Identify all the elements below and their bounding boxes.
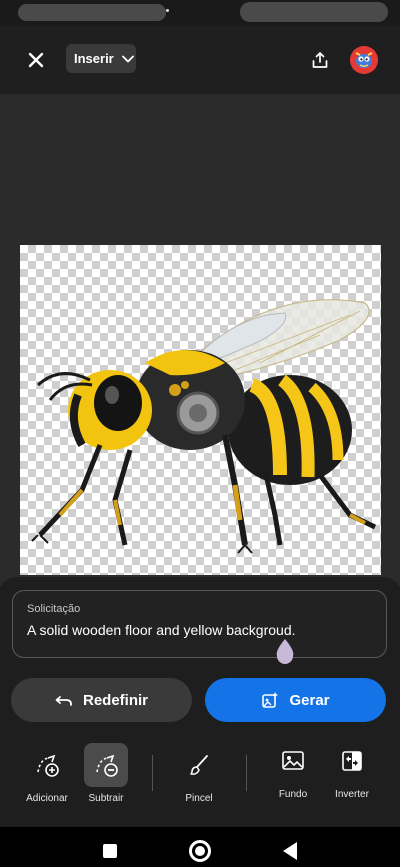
subtract-selection-icon bbox=[96, 754, 118, 777]
tool-background[interactable]: Fundo bbox=[263, 739, 323, 800]
generate-label: Gerar bbox=[289, 691, 330, 709]
tool-invert[interactable]: Inverter bbox=[322, 739, 382, 800]
avatar[interactable] bbox=[350, 46, 378, 74]
recents-button[interactable] bbox=[103, 844, 117, 858]
tool-invert-label: Inverter bbox=[335, 789, 369, 800]
generate-button[interactable]: Gerar bbox=[205, 678, 386, 722]
image-canvas[interactable] bbox=[20, 245, 381, 575]
tool-add-label: Adicionar bbox=[26, 793, 68, 804]
insert-dropdown-label: Inserir bbox=[74, 51, 114, 66]
prompt-input[interactable]: A solid wooden floor and yellow backgrou… bbox=[27, 622, 372, 638]
tool-brush[interactable]: Pincel bbox=[169, 743, 229, 804]
text-cursor-handle-icon[interactable] bbox=[273, 637, 297, 665]
system-nav-bar bbox=[0, 827, 400, 867]
status-left-pill bbox=[18, 4, 166, 21]
tool-add[interactable]: Adicionar bbox=[17, 743, 77, 804]
undo-icon bbox=[55, 696, 72, 706]
tool-background-label: Fundo bbox=[278, 789, 308, 800]
close-button[interactable] bbox=[22, 46, 50, 74]
chevron-down-icon bbox=[121, 55, 134, 62]
status-dot bbox=[166, 9, 169, 12]
share-button[interactable] bbox=[306, 46, 334, 74]
canvas-area[interactable] bbox=[0, 94, 400, 586]
robot-bee-image bbox=[31, 299, 377, 554]
prompt-field[interactable]: Solicitação A solid wooden floor and yel… bbox=[12, 590, 387, 658]
reset-label: Redefinir bbox=[82, 691, 148, 709]
tool-subtract[interactable]: Subtrair bbox=[76, 743, 136, 804]
insert-dropdown[interactable]: Inserir bbox=[66, 44, 136, 73]
top-bar: Inserir bbox=[0, 26, 400, 94]
tool-divider bbox=[246, 755, 247, 791]
avatar-icon bbox=[350, 46, 378, 74]
tool-brush-label: Pincel bbox=[185, 793, 213, 804]
add-selection-icon bbox=[37, 754, 59, 777]
invert-icon bbox=[342, 751, 362, 771]
reset-button[interactable]: Redefinir bbox=[11, 678, 192, 722]
status-bar bbox=[0, 0, 400, 26]
generate-icon bbox=[262, 692, 279, 708]
back-button[interactable] bbox=[283, 842, 297, 860]
tool-divider bbox=[152, 755, 153, 791]
tool-subtract-label: Subtrair bbox=[88, 793, 124, 804]
background-icon bbox=[282, 751, 304, 770]
prompt-label: Solicitação bbox=[27, 603, 81, 615]
brush-icon bbox=[190, 755, 208, 775]
status-right-pill bbox=[240, 2, 388, 22]
home-button[interactable] bbox=[189, 840, 211, 862]
close-icon bbox=[28, 52, 44, 68]
share-icon bbox=[312, 52, 328, 68]
bottom-panel: Solicitação A solid wooden floor and yel… bbox=[0, 577, 400, 827]
